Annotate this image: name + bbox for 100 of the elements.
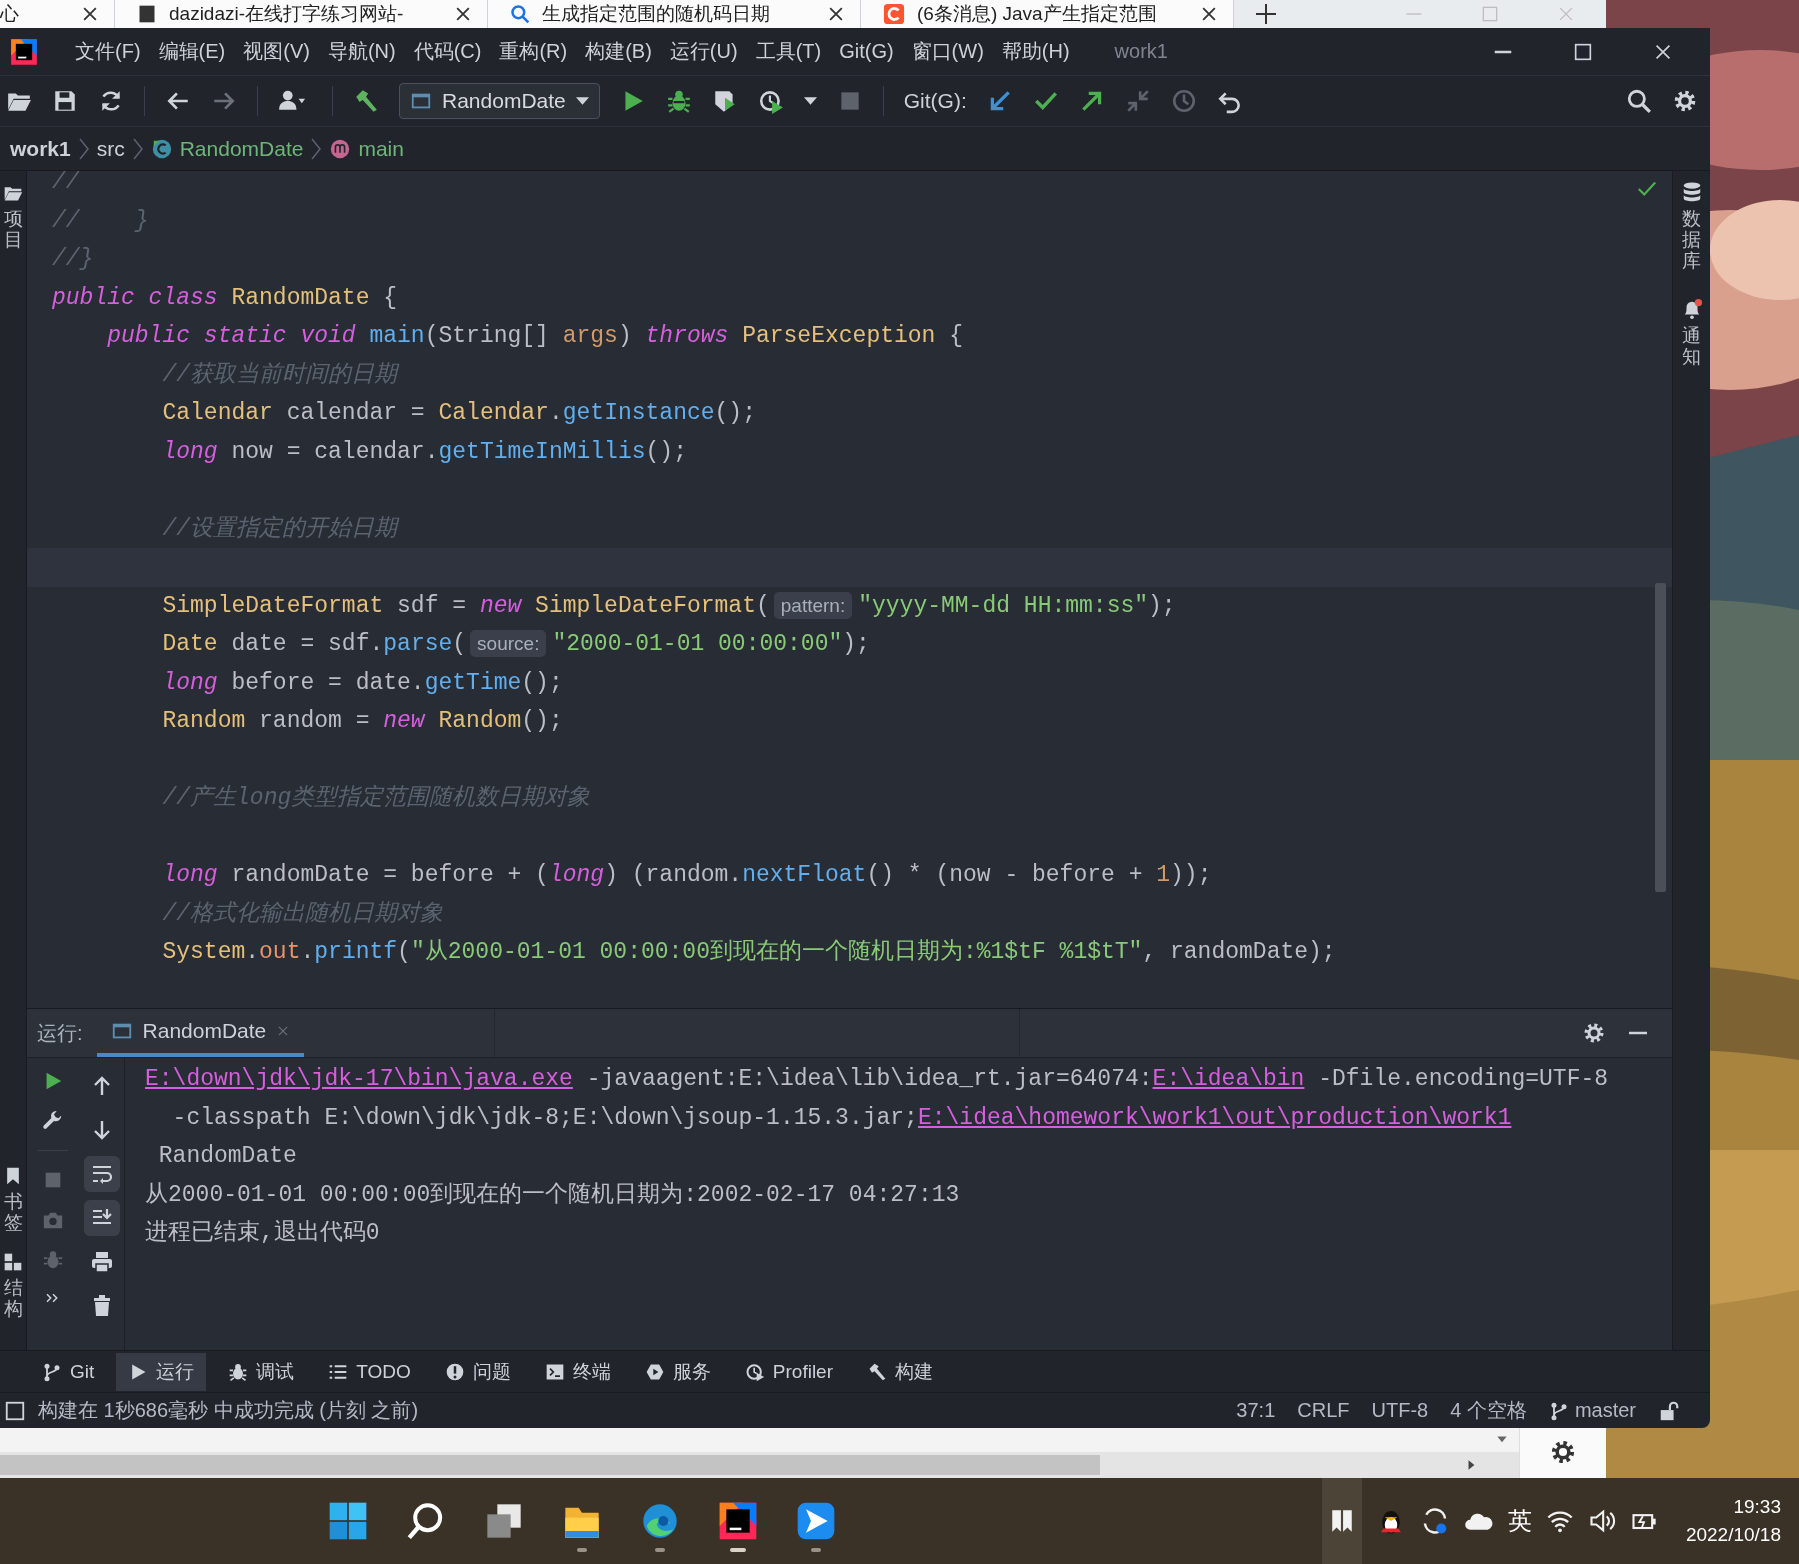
tool-window-button[interactable]: 问题 [432, 1352, 523, 1391]
code-line: long now = calendar.getTimeInMillis(); [161, 437, 687, 467]
print-icon [89, 1250, 114, 1274]
caret-icon[interactable] [803, 97, 817, 105]
status-item[interactable]: 37:1 [1236, 1399, 1276, 1422]
page-icon [137, 4, 157, 24]
class-icon [150, 137, 173, 160]
tool-window-button[interactable]: 终端 [532, 1352, 623, 1391]
tool-window-button[interactable]: Git [30, 1352, 107, 1391]
settings-icon[interactable] [1672, 88, 1698, 114]
tool-window-label[interactable]: 数据库 [1682, 209, 1701, 272]
wrench-icon[interactable] [42, 1110, 64, 1132]
chevron-icon [77, 136, 90, 161]
breadcrumb-item[interactable]: RandomDate [179, 136, 304, 161]
tool-window-label[interactable]: 结构 [3, 1278, 23, 1320]
menu-item[interactable]: 代码(C) [404, 34, 491, 69]
code-line: //} [52, 245, 94, 274]
menu-item[interactable]: 运行(U) [660, 34, 747, 69]
ide-logo-icon [718, 1501, 758, 1541]
console-line: RandomDate [157, 1142, 298, 1171]
speaker-icon[interactable] [1587, 1507, 1616, 1535]
settings-icon[interactable] [1549, 1438, 1577, 1466]
menu-item[interactable]: 编辑(E) [149, 34, 235, 69]
tool-window-button[interactable]: TODO [316, 1352, 423, 1391]
code-line: // [52, 171, 80, 197]
scroll-end-button[interactable] [83, 1200, 120, 1236]
code-line: public class RandomDate { [52, 283, 398, 313]
breadcrumb-item[interactable]: work1 [10, 136, 71, 161]
hammer-icon[interactable] [353, 88, 379, 114]
tool-window-button[interactable]: 服务 [632, 1352, 723, 1391]
tool-window-label[interactable]: 通知 [1682, 325, 1701, 368]
scrollbar-thumb[interactable] [0, 1455, 1100, 1475]
menu-item[interactable]: 帮助(H) [992, 34, 1079, 69]
code-line: // } [52, 206, 149, 236]
input-language-indicator[interactable]: 英 [1507, 1505, 1532, 1537]
search-icon [510, 4, 530, 24]
hidden-icons-button[interactable] [1321, 1478, 1362, 1564]
window-title: work1 [1114, 40, 1168, 63]
menu-item[interactable]: 重构(R) [490, 34, 577, 69]
search-icon[interactable] [1626, 88, 1652, 114]
code-line: //设置指定的开始日期 [161, 514, 398, 544]
menu-item[interactable]: 工具(T) [746, 34, 831, 69]
tool-window-button[interactable]: 运行 [116, 1352, 207, 1391]
menu-item[interactable]: 视图(V) [234, 34, 319, 69]
browser-tab[interactable]: dazidazi-在线打字练习网站- [115, 0, 488, 28]
run-configuration-dropdown[interactable]: RandomDate [399, 83, 600, 119]
menu-item[interactable]: 导航(N) [318, 34, 405, 69]
panel-toggle-icon[interactable] [4, 1399, 26, 1422]
tool-window-button[interactable]: 调试 [216, 1352, 307, 1391]
history-icon[interactable] [1170, 88, 1197, 114]
breadcrumb-item[interactable]: src [96, 136, 125, 161]
clock-date[interactable]: 2022/10/18 [1685, 1524, 1781, 1546]
status-item[interactable]: CRLF [1297, 1399, 1350, 1422]
browser-tab[interactable]: 心 [0, 0, 115, 28]
app-logo-icon [10, 37, 38, 66]
browser-tab[interactable]: (6条消息) Java产生指定范围 [861, 0, 1234, 28]
tool-window-label[interactable]: 项目 [3, 209, 23, 251]
profile-icon[interactable] [757, 88, 784, 114]
code-line: //产生long类型指定范围随机数日期对象 [161, 783, 591, 813]
bug-icon[interactable] [665, 88, 692, 114]
tool-window-button[interactable]: 构建 [855, 1352, 945, 1391]
save-icon[interactable] [52, 88, 78, 114]
tool-window-label[interactable]: 书签 [3, 1192, 23, 1235]
status-item[interactable]: 4 个空格 [1450, 1397, 1527, 1424]
menu-item[interactable]: 文件(F) [66, 34, 150, 69]
tool-window-button[interactable]: Profiler [732, 1352, 845, 1391]
code-line: long before = date.getTime(); [161, 668, 563, 698]
git-label: Git(G): [903, 89, 967, 113]
plus-icon[interactable] [1254, 2, 1278, 26]
code-line: public static void main(String[] args) throws ParseException { [106, 322, 963, 351]
browser-tab[interactable]: 生成指定范围的随机码日期 [488, 0, 861, 28]
paper-plane-icon [796, 1501, 836, 1541]
clock-time[interactable]: 19:33 [1733, 1496, 1781, 1518]
menu-item[interactable]: 构建(B) [576, 34, 661, 69]
c-logo-icon [883, 3, 905, 25]
scrollbar-thumb[interactable] [1655, 583, 1666, 892]
structure-icon[interactable] [3, 1252, 23, 1273]
console-line: 进程已结束,退出代码0 [145, 1219, 381, 1248]
menu-item[interactable]: 窗口(W) [902, 34, 993, 69]
breadcrumb-item[interactable]: main [358, 136, 404, 161]
lock-icon[interactable] [1658, 1399, 1680, 1422]
panel-label: 运行: [36, 1020, 84, 1046]
settings-icon[interactable] [1582, 1021, 1606, 1045]
status-message: 构建在 1秒686毫秒 中成功完成 (片刻 之前) [38, 1398, 419, 1423]
method-icon [329, 137, 352, 160]
browser-icon [640, 1501, 680, 1541]
start-icon [328, 1501, 368, 1541]
code-line: //获取当前时间的日期 [161, 360, 398, 390]
run-tab[interactable]: RandomDate [96, 1009, 305, 1057]
branch-widget[interactable]: master [1548, 1399, 1636, 1422]
chevron-icon [131, 136, 144, 161]
branch-icon [42, 1361, 62, 1382]
task-view-icon [484, 1501, 524, 1541]
hammer-icon [867, 1361, 887, 1382]
status-item[interactable]: UTF-8 [1371, 1399, 1429, 1422]
caret-icon [575, 97, 589, 105]
console-line: 从2000-01-01 00:00:00到现在的一个随机日期为:2002-02-17 04:27:13 [145, 1180, 961, 1210]
menu-item[interactable]: Git(G) [830, 36, 903, 67]
wrap-button[interactable] [83, 1156, 120, 1192]
code-line: Date date = sdf.parse( source: "2000-01-01 00:00:00"); [161, 629, 870, 659]
